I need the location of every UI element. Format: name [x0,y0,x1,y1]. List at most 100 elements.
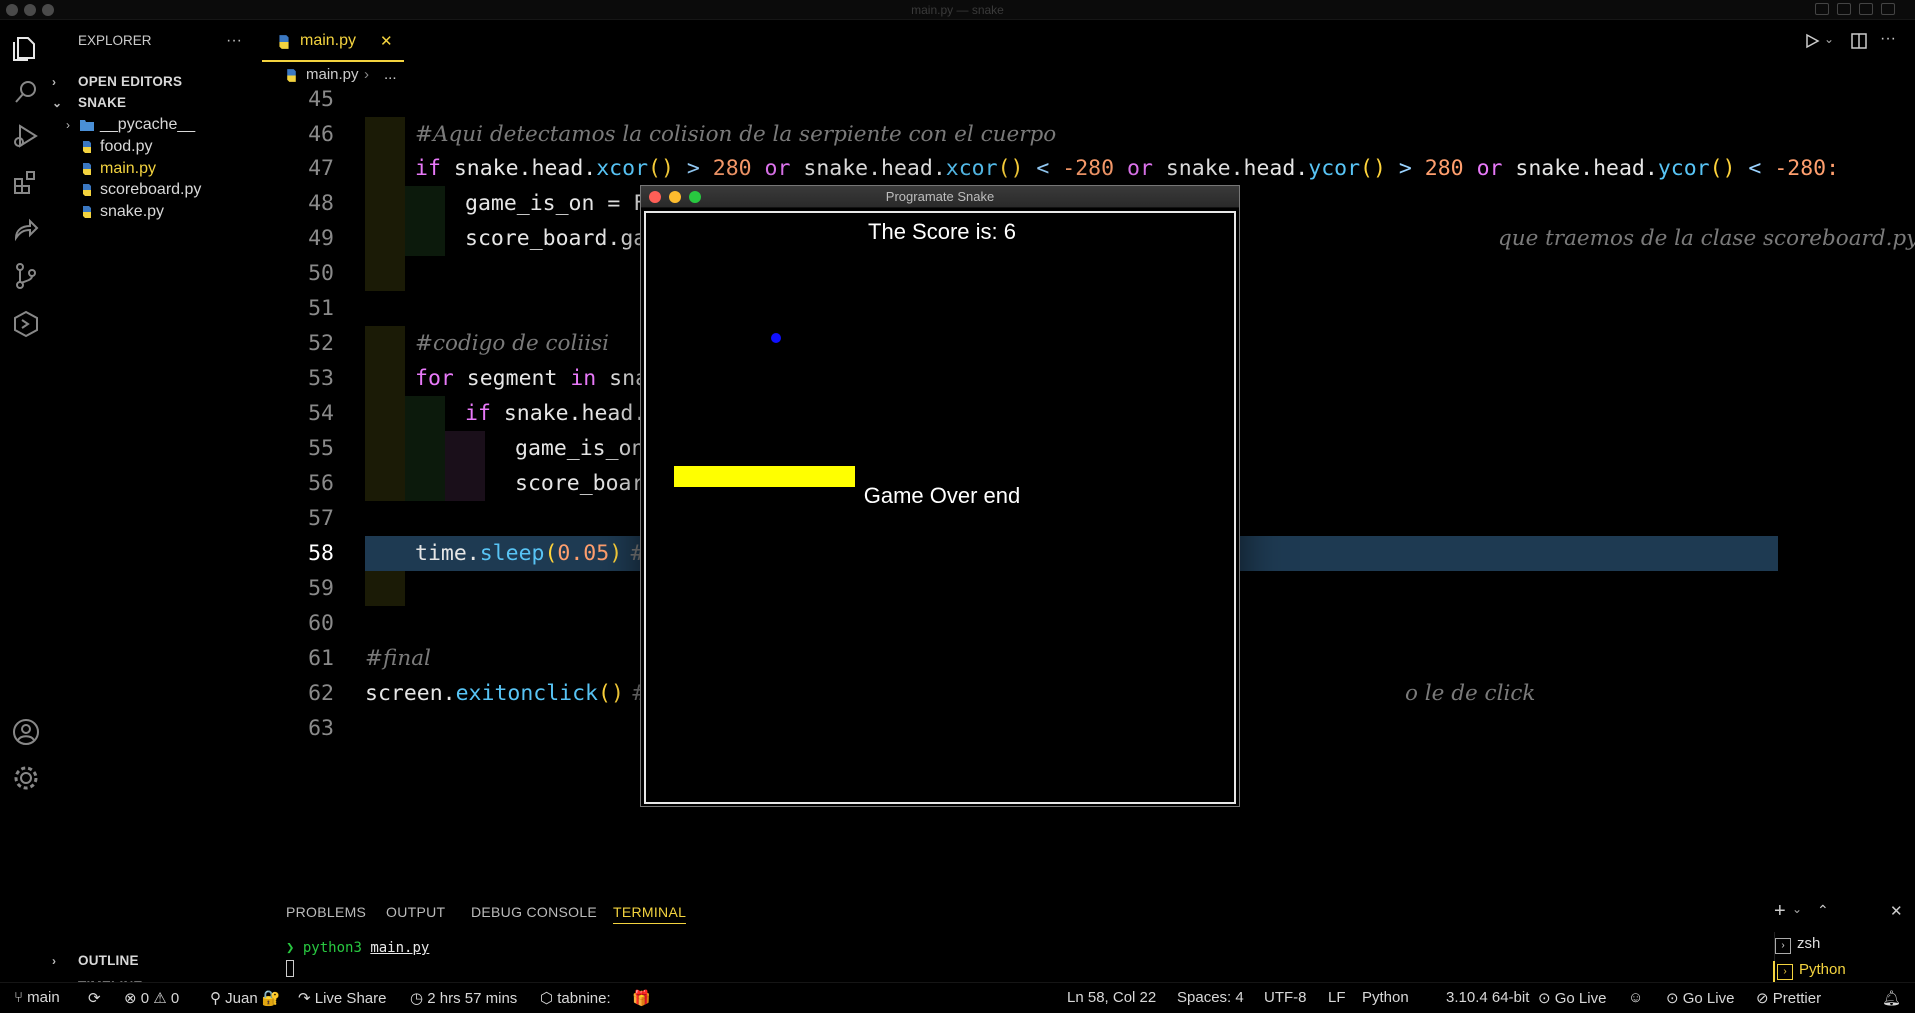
terminal-icon: › [1777,964,1793,980]
extensions-icon[interactable] [10,166,42,198]
user-label: Juan [225,990,258,1007]
close-tab-icon[interactable]: ✕ [380,32,393,50]
number-token: 0.05 [557,541,610,566]
terminal-list: › zsh › Python [1773,932,1915,983]
sync-icon[interactable]: ⟳ [88,989,101,1007]
split-editor-icon[interactable] [1850,32,1868,50]
broadcast-icon: ⊙ [1538,990,1555,1007]
game-canvas[interactable]: The Score is: 6 Game Over end [644,211,1236,804]
git-branch-item[interactable]: ⑂ main [14,989,60,1006]
terminal-item-zsh[interactable]: › zsh [1775,935,1820,957]
end-of-line[interactable]: LF [1328,989,1346,1006]
code-token: > [1385,156,1425,181]
outline-label: OUTLINE [78,953,139,968]
tab-problems[interactable]: PROBLEMS [286,904,366,920]
breadcrumb-symbols[interactable]: ... [384,66,397,83]
code-text: screen.exitonclick() # [365,676,649,711]
code-token: screen. [365,681,456,706]
run-debug-icon[interactable] [10,120,42,152]
tab-output[interactable]: OUTPUT [386,904,445,920]
editor-tab-bar: main.py ✕ ⌄ ··· [262,20,1915,62]
close-panel-icon[interactable]: ✕ [1890,902,1903,920]
toggle-panel-icon[interactable] [1837,3,1851,15]
tab-terminal[interactable]: TERMINAL [613,904,687,924]
tab-label: main.py [300,32,357,49]
code-token: ) [609,541,623,566]
live-share-item[interactable]: ↷ Live Share [298,989,386,1007]
line-number: 60 [308,611,334,636]
number-token: -280 [1062,156,1115,181]
code-token: () [648,156,674,181]
terminal-cursor [286,960,294,977]
python-interpreter[interactable]: 3.10.4 64-bit [1446,989,1529,1006]
run-python-file-icon[interactable] [1804,33,1820,49]
cursor-position[interactable]: Ln 58, Col 22 [1067,989,1156,1006]
code-line[interactable]: 47 if snake.head.xcor() > 280 or snake.he… [262,151,1839,186]
copilot-icon[interactable]: ☺ [1628,989,1643,1006]
editor-more-actions-icon[interactable]: ··· [1880,30,1896,48]
search-icon[interactable] [10,76,42,108]
customize-layout-icon[interactable] [1881,3,1895,15]
problems-item[interactable]: ⊗ 0 ⚠ 0 [124,989,179,1007]
live-share-icon[interactable] [10,214,42,246]
terminal-output[interactable]: ❯ python3 main.py [286,940,429,956]
terminal-name: zsh [1797,935,1821,952]
prettier-item[interactable]: ⊘ Prettier [1756,989,1821,1007]
run-options-chevron-icon[interactable]: ⌄ [1824,32,1834,46]
code-line[interactable]: 45 [262,82,1712,117]
line-number: 53 [308,366,334,391]
keyword: or [1463,156,1503,181]
file-item-snake[interactable]: snake.py [52,199,262,225]
error-count: 0 [140,990,150,1007]
tab-main-py[interactable]: main.py ✕ [262,20,404,62]
code-line[interactable]: 46 #Aqui detectamos la colision de la ser… [262,117,1712,152]
notifications-bell-icon[interactable]: 🔔︎ [1882,989,1901,1007]
turtle-game-window[interactable]: Programate Snake The Score is: 6 Game Ov… [640,185,1240,807]
line-number: 48 [308,191,334,216]
game-window-titlebar[interactable]: Programate Snake [641,186,1239,208]
go-live-label: Go Live [1682,990,1735,1007]
toggle-sidebar-icon[interactable] [1815,3,1829,15]
function-token: ycor [1657,156,1710,181]
line-number: 56 [308,471,334,496]
maximize-panel-icon[interactable]: ⌃ [1817,902,1829,919]
branch-label: main [27,989,60,1006]
function-token: xcor [945,156,998,181]
tabnine-item[interactable]: ⬡ tabnine: [540,989,611,1007]
breadcrumb-file[interactable]: main.py [306,66,359,83]
wakatime-item[interactable]: ◷ 2 hrs 57 mins [410,989,517,1007]
function-token: sleep [479,541,545,566]
keyword: in [570,366,597,391]
outline-section[interactable]: › OUTLINE [52,948,262,974]
account-item[interactable]: ⚲ Juan 🔐 [210,989,281,1007]
go-live-item-1[interactable]: ⊙ Go Live [1538,989,1606,1007]
source-control-icon[interactable] [10,260,42,292]
tab-debug-console[interactable]: DEBUG CONSOLE [471,904,597,920]
accounts-icon[interactable] [10,716,42,748]
new-terminal-icon[interactable]: + [1774,900,1786,923]
remote-explorer-icon[interactable] [10,308,42,340]
language-mode[interactable]: Python [1362,989,1409,1006]
keyword: if [465,401,491,426]
python-file-icon [83,184,91,196]
line-number: 49 [308,226,334,251]
explorer-icon[interactable] [10,32,42,64]
code-token: snake.head. [440,156,597,181]
code-token: () [1360,156,1386,181]
toggle-secondary-sidebar-icon[interactable] [1859,3,1873,15]
settings-gear-icon[interactable] [10,762,42,794]
python-file-icon [83,206,91,218]
go-live-item-2[interactable]: ⊙ Go Live [1666,989,1734,1007]
number-token: 280 [1424,156,1464,181]
gift-icon[interactable]: 🎁 [632,989,651,1007]
game-window-title: Programate Snake [885,189,995,204]
explorer-more-actions-icon[interactable]: ··· [226,28,256,54]
encoding[interactable]: UTF-8 [1264,989,1307,1006]
terminal-options-chevron-icon[interactable]: ⌄ [1792,902,1802,916]
window-titlebar: main.py — snake [0,0,1915,20]
indentation[interactable]: Spaces: 4 [1177,989,1244,1006]
code-token: < [1023,156,1063,181]
line-number: 59 [308,576,334,601]
code-token: () [997,156,1024,181]
terminal-item-python[interactable]: › Python [1773,961,1846,983]
